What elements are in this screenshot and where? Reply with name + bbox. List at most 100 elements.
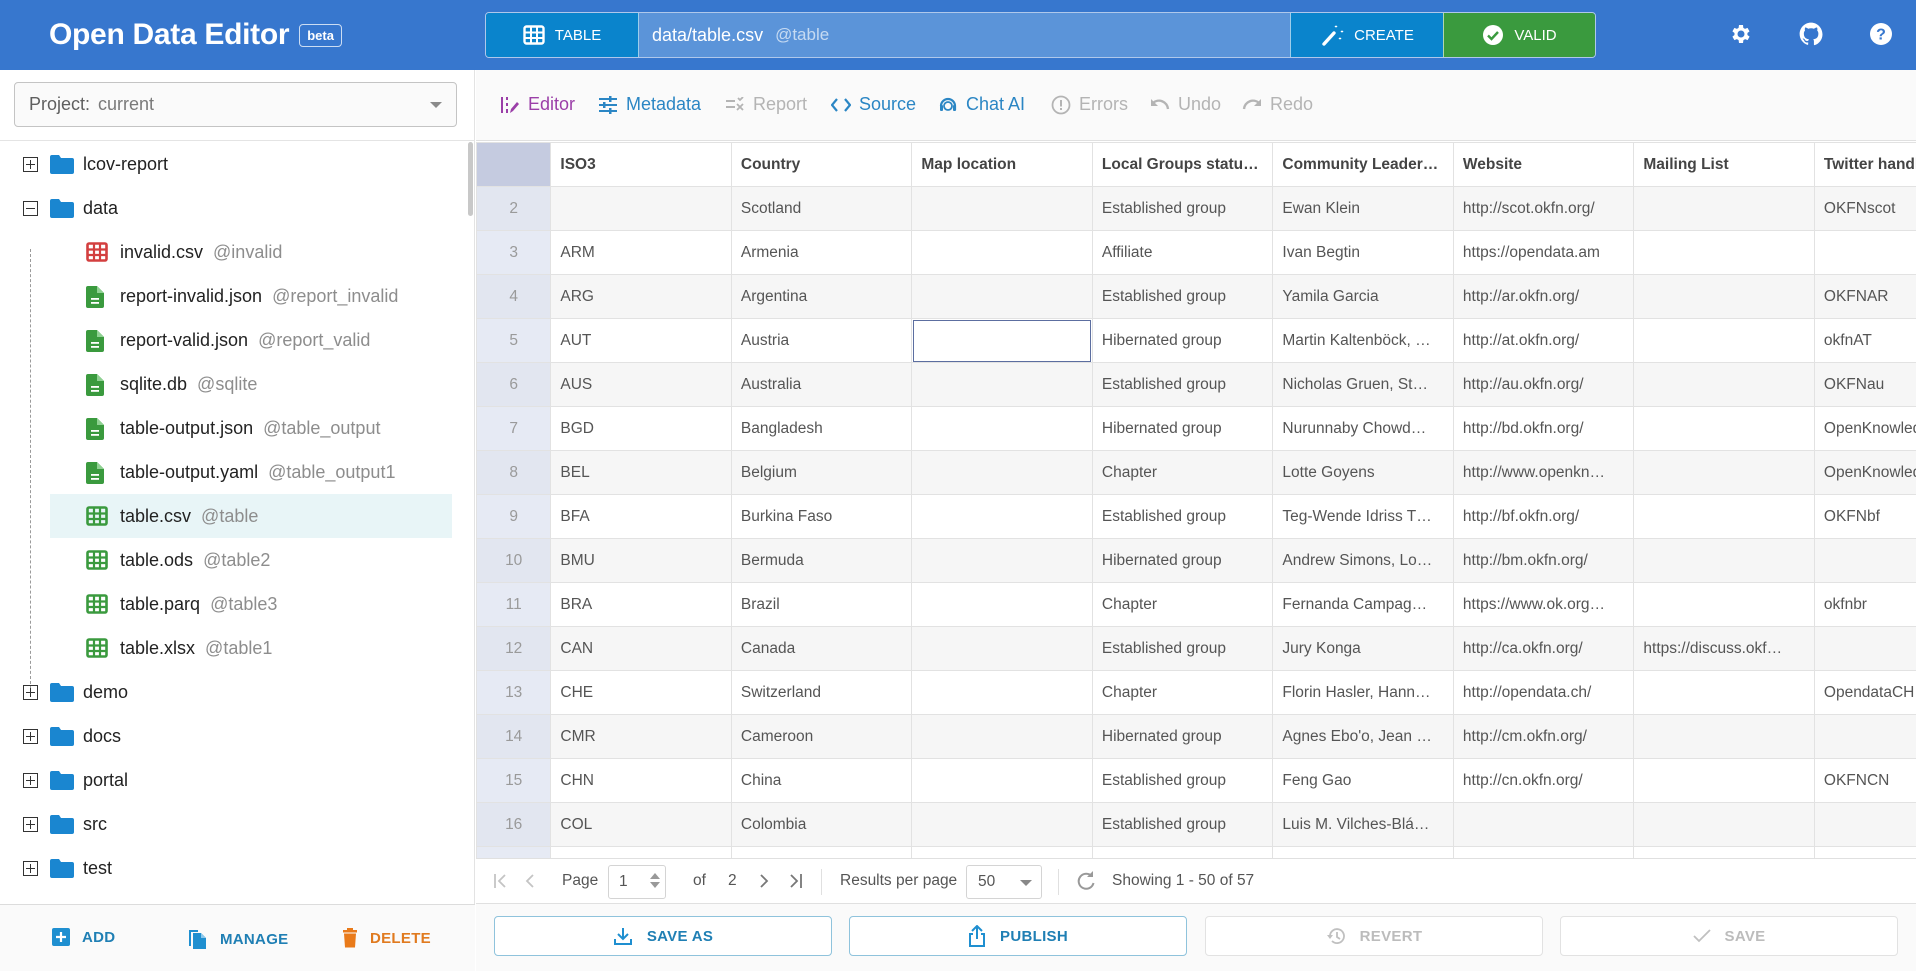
table-cell[interactable]: AUT (550, 318, 732, 363)
row-number[interactable]: 10 (476, 538, 552, 583)
table-cell[interactable]: Established group (1091, 494, 1274, 539)
row-number[interactable]: 16 (476, 802, 552, 847)
table-cell[interactable]: China (730, 758, 913, 803)
row-number[interactable]: 9 (476, 494, 552, 539)
table-cell[interactable] (911, 758, 1093, 803)
row-number[interactable]: 13 (476, 670, 552, 715)
redo-button[interactable]: Redo (1242, 94, 1313, 115)
table-cell[interactable]: Florin Hasler, Hann… (1272, 670, 1454, 715)
file-path-display[interactable]: data/table.csv @table (639, 13, 1290, 57)
expand-icon[interactable] (23, 861, 38, 876)
column-header[interactable]: Country (730, 142, 913, 187)
first-page-button[interactable] (493, 873, 507, 889)
table-cell[interactable] (911, 494, 1093, 539)
table-cell[interactable]: Established group (1091, 802, 1274, 847)
table-cell[interactable]: https://discuss.okf… (1633, 626, 1815, 671)
prev-page-button[interactable] (525, 873, 535, 889)
tree-file-item[interactable]: report-invalid.json @report_invalid (50, 274, 452, 318)
row-number[interactable]: 5 (476, 318, 552, 363)
table-cell[interactable]: Ivan Begtin (1272, 230, 1454, 275)
table-cell[interactable]: okfnbr (1813, 582, 1916, 627)
table-cell[interactable]: Burkina Faso (730, 494, 913, 539)
table-cell[interactable]: Argentina (730, 274, 913, 319)
table-cell[interactable]: Bermuda (730, 538, 913, 583)
table-cell[interactable]: Brazil (730, 582, 913, 627)
table-cell[interactable] (1813, 714, 1916, 759)
table-cell[interactable]: AUS (550, 362, 732, 407)
expand-icon[interactable] (23, 157, 38, 172)
table-cell[interactable]: http://bd.okfn.org/ (1452, 406, 1635, 451)
row-number[interactable]: 14 (476, 714, 552, 759)
tree-file-item[interactable]: table.csv @table (50, 494, 452, 538)
collapse-icon[interactable] (23, 201, 38, 216)
table-cell[interactable]: Martin Kaltenböck, … (1272, 318, 1454, 363)
table-cell[interactable] (550, 186, 732, 231)
column-header[interactable]: Website (1452, 142, 1635, 187)
table-cell[interactable]: ARM (550, 230, 732, 275)
table-cell[interactable] (1633, 714, 1815, 759)
tab-source[interactable]: Source (831, 94, 916, 115)
table-cell[interactable]: Agnes Ebo'o, Jean … (1272, 714, 1454, 759)
results-per-page-select[interactable]: 50 (966, 865, 1042, 899)
table-cell[interactable]: OKFNscot (1813, 186, 1916, 231)
table-cell[interactable]: Australia (730, 362, 913, 407)
table-cell[interactable]: Established group (1091, 758, 1274, 803)
tree-folder-lcov-report[interactable]: lcov-report (0, 142, 462, 186)
table-cell[interactable]: OpendataCH (1813, 670, 1916, 715)
create-button[interactable]: CREATE (1290, 13, 1443, 57)
row-number[interactable]: 2 (476, 186, 552, 231)
tree-file-item[interactable]: report-valid.json @report_valid (50, 318, 452, 362)
column-header[interactable]: Community Leader… (1272, 142, 1454, 187)
table-cell[interactable]: CMR (550, 714, 732, 759)
row-number[interactable]: 7 (476, 406, 552, 451)
validation-status-button[interactable]: VALID (1443, 13, 1595, 57)
table-cell[interactable] (1633, 538, 1815, 583)
table-cell[interactable]: Nicholas Gruen, St… (1272, 362, 1454, 407)
expand-icon[interactable] (23, 773, 38, 788)
table-cell[interactable]: Yamila Garcia (1272, 274, 1454, 319)
manage-button[interactable]: MANAGE (188, 928, 288, 950)
tree-folder-portal[interactable]: portal (0, 758, 462, 802)
undo-button[interactable]: Undo (1150, 94, 1221, 115)
next-page-button[interactable] (759, 873, 769, 889)
table-cell[interactable]: http://au.okfn.org/ (1452, 362, 1635, 407)
table-cell[interactable] (1633, 582, 1815, 627)
table-cell[interactable]: BGD (550, 406, 732, 451)
table-cell[interactable]: Chapter (1091, 582, 1274, 627)
table-cell[interactable] (1813, 802, 1916, 847)
tab-errors[interactable]: Errors (1051, 94, 1128, 115)
table-cell[interactable] (1452, 802, 1635, 847)
row-number[interactable]: 6 (476, 362, 552, 407)
table-cell[interactable]: Bangladesh (730, 406, 913, 451)
row-number[interactable]: 8 (476, 450, 552, 495)
table-cell[interactable]: http://cm.okfn.org/ (1452, 714, 1635, 759)
table-cell[interactable] (911, 538, 1093, 583)
table-cell[interactable]: Scotland (730, 186, 913, 231)
table-cell[interactable] (1633, 670, 1815, 715)
tree-folder-test[interactable]: test (0, 846, 462, 890)
table-cell[interactable] (1633, 406, 1815, 451)
table-cell[interactable]: Canada (730, 626, 913, 671)
table-cell[interactable] (1633, 758, 1815, 803)
table-cell[interactable]: OKFNbf (1813, 494, 1916, 539)
tab-chat-ai[interactable]: Chat AI (938, 94, 1025, 115)
page-stepper[interactable] (650, 870, 660, 891)
table-cell[interactable]: COL (550, 802, 732, 847)
tree-folder-docs[interactable]: docs (0, 714, 462, 758)
row-number[interactable]: 4 (476, 274, 552, 319)
table-cell[interactable]: Jury Konga (1272, 626, 1454, 671)
table-cell[interactable]: Colombia (730, 802, 913, 847)
tab-metadata[interactable]: Metadata (598, 94, 701, 115)
table-cell[interactable]: Chapter (1091, 450, 1274, 495)
table-cell[interactable]: http://scot.okfn.org/ (1452, 186, 1635, 231)
revert-button[interactable]: REVERT (1205, 916, 1543, 956)
row-number[interactable]: 15 (476, 758, 552, 803)
delete-button[interactable]: DELETE (342, 928, 431, 948)
expand-icon[interactable] (23, 817, 38, 832)
table-cell[interactable]: http://cn.okfn.org/ (1452, 758, 1635, 803)
table-cell[interactable] (911, 230, 1093, 275)
tree-file-item[interactable]: sqlite.db @sqlite (50, 362, 452, 406)
last-page-button[interactable] (789, 873, 803, 889)
table-cell[interactable]: http://www.openkn… (1452, 450, 1635, 495)
table-cell[interactable] (911, 670, 1093, 715)
